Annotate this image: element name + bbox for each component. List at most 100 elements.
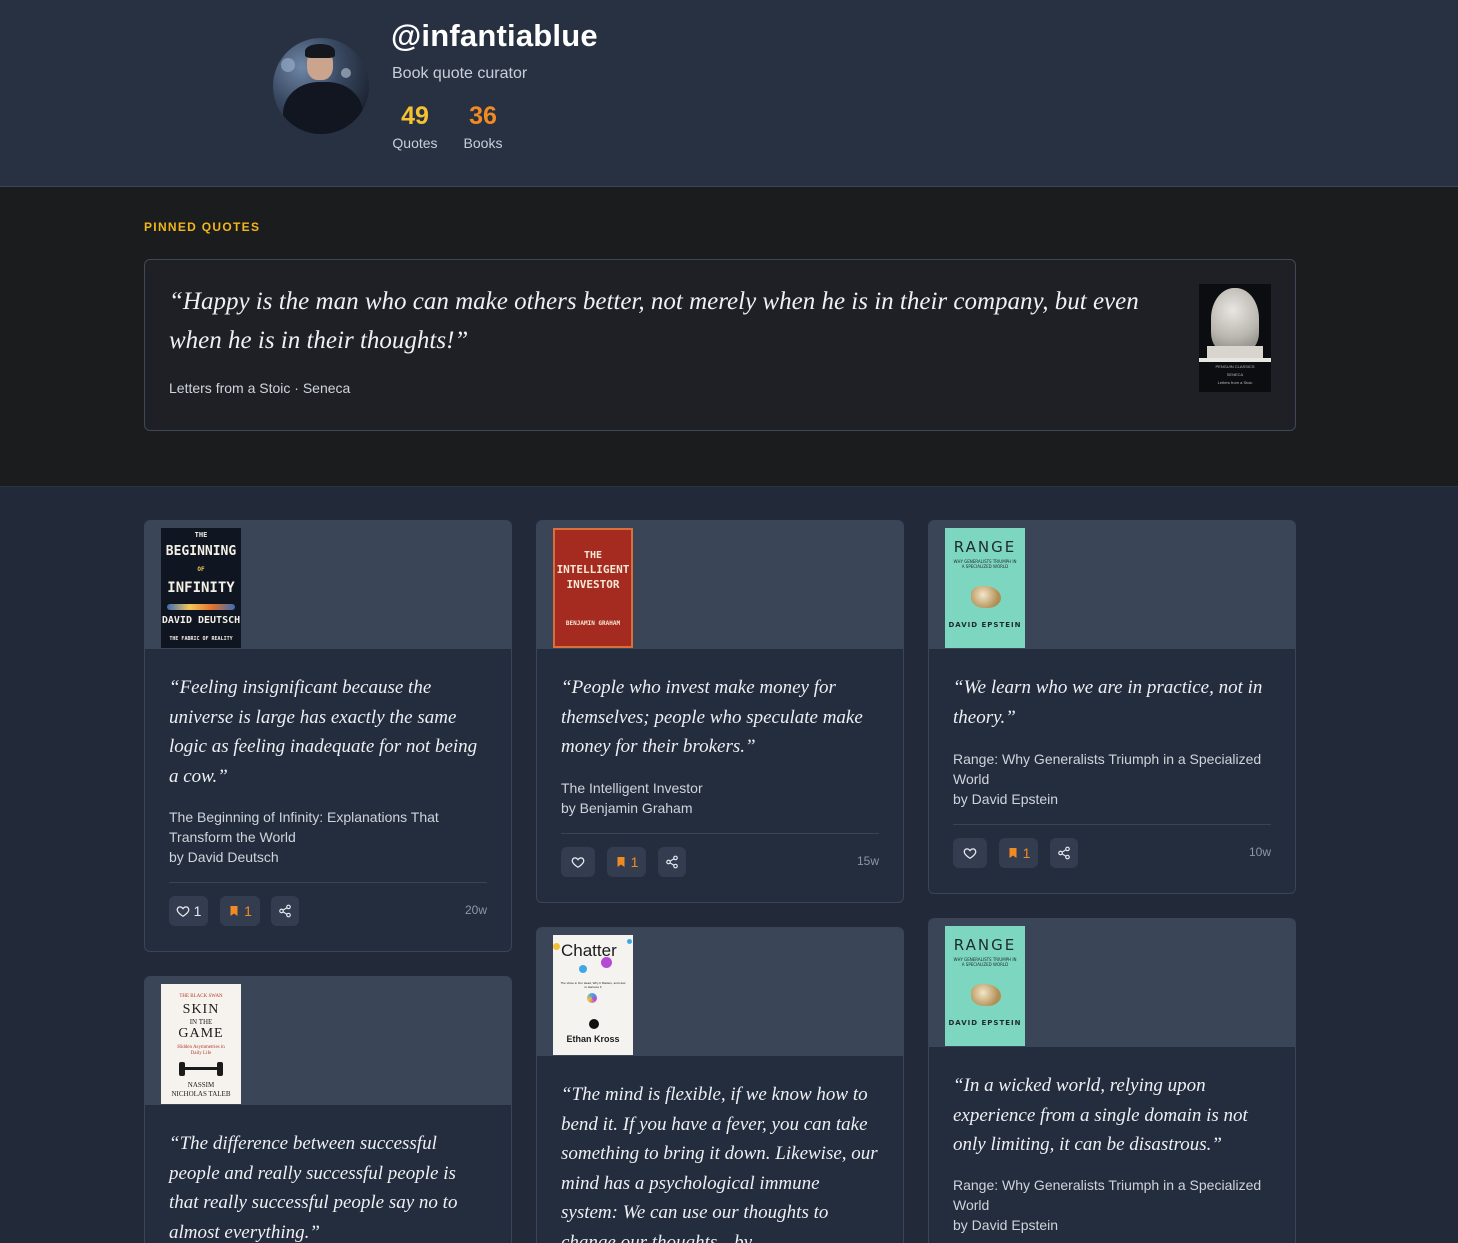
avatar-hair [305,44,335,58]
cover-text: THE FABRIC OF REALITY [169,636,233,642]
bookmark-button[interactable]: 1 [999,838,1038,868]
cover-text: OF [197,566,205,573]
cover-text: RANGE [953,538,1017,556]
like-button[interactable] [953,838,987,868]
bust-base [1207,346,1263,358]
pinned-quote-text: “Happy is the man who can make others be… [169,288,1139,354]
bookmark-count: 1 [1022,845,1031,861]
cover-text: WHY GENERALISTS TRIUMPH IN A SPECIALIZED… [953,559,1017,569]
heart-icon [176,906,189,918]
quote-text: “People who invest make money for themse… [561,677,863,757]
cover-text: Hidden Asymmetries in Daily Life [177,1045,225,1056]
stat-quotes[interactable]: 49 Quotes [392,102,438,151]
card-actions: 1 10w [953,838,1271,868]
cover-dot [587,993,597,1003]
card-divider [169,882,487,883]
book-author: by David Deutsch [169,849,279,865]
cover-text: THE BLACK SWAN [179,994,223,999]
post-age: 15w [856,854,879,868]
quote-card[interactable]: RANGE WHY GENERALISTS TRIUMPH IN A SPECI… [928,918,1296,1243]
profile-handle: @infantiablue [391,18,598,53]
seneca-bust-image [1211,288,1259,352]
bookmark-icon [617,857,625,867]
cover-text: INTELLIGENT [556,563,630,576]
cover-text: SKIN [182,1002,220,1017]
cover-glow [167,604,235,610]
post-age: 10w [1248,845,1271,859]
cover-text: NASSIM [187,1081,215,1089]
stat-books-value: 36 [469,102,497,130]
cover-stripe [1199,358,1271,362]
stat-quotes-value: 49 [401,102,429,130]
stat-books[interactable]: 36 Books [462,102,504,151]
book-title: The Intelligent Investor [561,780,703,796]
quote-text: “The mind is flexible, if we know how to… [561,1084,878,1243]
book-cover-range[interactable]: RANGE WHY GENERALISTS TRIUMPH IN A SPECI… [945,926,1025,1046]
cover-text: THE [583,550,603,561]
quote-card[interactable]: THE BEGINNING OF INFINITY DAVID DEUTSCH … [144,520,512,952]
cover-text: NICHOLAS TALEB [171,1090,231,1098]
cover-dot [589,1019,599,1029]
book-cover-chatter[interactable]: Chatter The Voice in Our Head, Why It Ma… [553,935,633,1055]
like-count: 1 [193,903,202,919]
bookmark-count: 1 [630,854,639,870]
quote-text: “The difference between successful peopl… [169,1133,458,1243]
cover-keys-image [971,984,1001,1006]
share-button[interactable] [271,896,299,926]
cover-dot [553,943,560,950]
cover-title: Letters from a Stoic [1217,380,1253,385]
quote-card[interactable]: THE INTELLIGENT INVESTOR BENJAMIN GRAHAM… [536,520,904,903]
card-divider [953,824,1271,825]
like-button[interactable] [561,847,595,877]
book-author: by David Epstein [953,791,1059,807]
quote-card[interactable]: RANGE WHY GENERALISTS TRIUMPH IN A SPECI… [928,520,1296,894]
book-author: by David Epstein [953,1217,1059,1233]
book-title: Range: Why Generalists Triumph in a Spec… [953,1177,1262,1213]
profile-bio: Book quote curator [392,65,528,82]
bookmark-button[interactable]: 1 [607,847,646,877]
like-button[interactable]: 1 [169,896,208,926]
cover-dot [601,957,612,968]
cover-text: Ethan Kross [566,1034,620,1044]
cover-text: BEGINNING [165,544,237,559]
stat-quotes-label: Quotes [392,135,438,151]
book-cover-beginning-of-infinity[interactable]: THE BEGINNING OF INFINITY DAVID DEUTSCH … [161,528,241,648]
book-title: Range: Why Generalists Triumph in a Spec… [953,751,1262,787]
cover-text: INFINITY [167,580,235,596]
quote-card[interactable]: Chatter The Voice in Our Head, Why It Ma… [536,927,904,1243]
cover-text: WHY GENERALISTS TRIUMPH IN A SPECIALIZED… [953,957,1017,967]
cover-text: DAVID EPSTEIN [948,1019,1022,1027]
pinned-quote-card[interactable]: “Happy is the man who can make others be… [144,259,1296,431]
share-icon [279,904,291,918]
share-button[interactable] [658,847,686,877]
avatar-bokeh [281,58,295,72]
cover-keys-image [971,586,1001,608]
share-icon [666,855,678,869]
heart-icon [963,848,977,860]
bookmark-button[interactable]: 1 [220,896,260,926]
cover-barbell [181,1067,221,1070]
book-cover-skin-in-the-game[interactable]: THE BLACK SWAN SKIN IN THE GAME Hidden A… [161,984,241,1104]
book-cover-letters-from-a-stoic[interactable]: PENGUIN CLASSICS SENECA Letters from a S… [1199,284,1271,392]
card-actions: 1 15w [561,847,879,877]
cover-text: RANGE [953,936,1017,954]
cover-text: BENJAMIN GRAHAM [565,620,621,627]
cover-dot [579,965,587,973]
share-button[interactable] [1050,838,1078,868]
avatar[interactable] [273,38,369,134]
quote-card[interactable]: THE BLACK SWAN SKIN IN THE GAME Hidden A… [144,976,512,1243]
quote-text: “In a wicked world, relying upon experie… [953,1075,1248,1155]
cover-text: DAVID DEUTSCH [161,615,241,626]
pinned-section-title: PINNED QUOTES [144,220,261,234]
cover-text: The Voice in Our Head, Why It Matters, a… [560,981,626,989]
book-cover-range[interactable]: RANGE WHY GENERALISTS TRIUMPH IN A SPECI… [945,528,1025,648]
cover-series: PENGUIN CLASSICS [1215,364,1255,369]
cover-dot [627,939,632,944]
bookmark-icon [230,906,238,916]
cover-text: Chatter [561,941,617,960]
avatar-bokeh [341,68,351,78]
bookmark-count: 1 [244,903,252,919]
heart-icon [571,857,585,869]
book-cover-intelligent-investor[interactable]: THE INTELLIGENT INVESTOR BENJAMIN GRAHAM [553,528,633,648]
cover-barbell-plate [179,1062,185,1076]
